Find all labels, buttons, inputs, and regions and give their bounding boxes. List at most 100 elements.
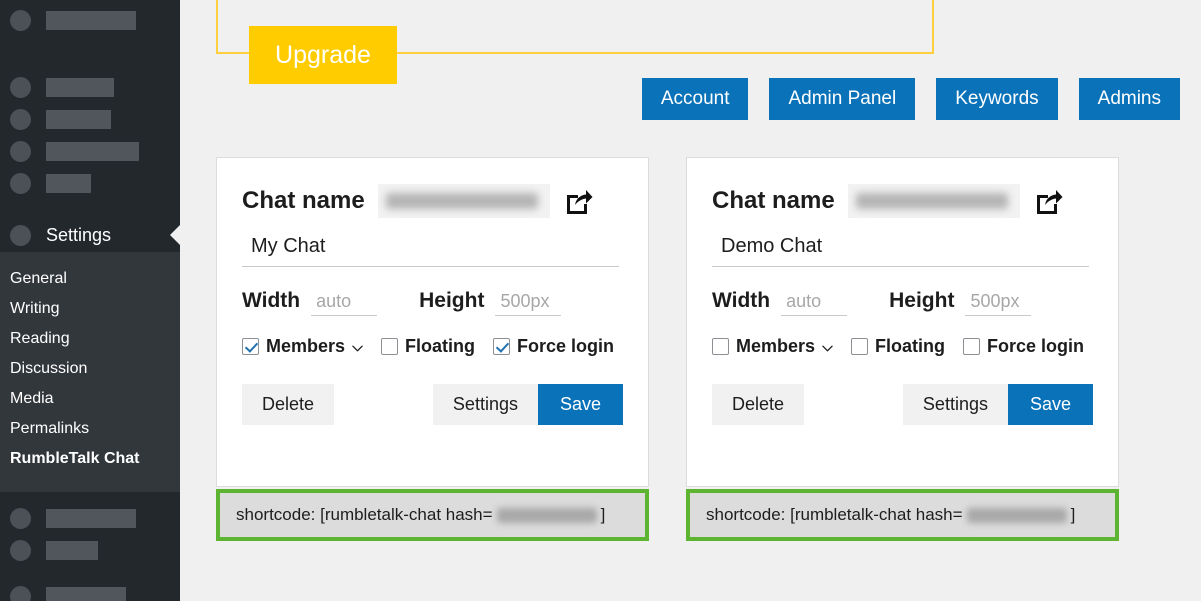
force-login-label: Force login xyxy=(517,336,614,357)
height-input[interactable] xyxy=(965,291,1031,316)
delete-button[interactable]: Delete xyxy=(712,384,804,425)
sidebar-item-discussion[interactable]: Discussion xyxy=(0,354,180,384)
width-input[interactable] xyxy=(311,291,377,316)
sidebar-item-icon xyxy=(10,109,31,130)
chat-name-input[interactable] xyxy=(242,231,619,267)
force-login-checkbox[interactable] xyxy=(963,338,980,355)
settings-button[interactable]: Settings xyxy=(903,384,1008,425)
members-label: Members xyxy=(266,336,345,357)
force-login-label: Force login xyxy=(987,336,1084,357)
sidebar-item-icon xyxy=(10,508,31,529)
width-input[interactable] xyxy=(781,291,847,316)
members-label: Members xyxy=(736,336,815,357)
height-input[interactable] xyxy=(495,291,561,316)
keywords-button[interactable]: Keywords xyxy=(936,78,1057,120)
chat-name-input[interactable] xyxy=(712,231,1089,267)
force-login-option: Force login xyxy=(493,336,614,357)
chevron-down-icon[interactable] xyxy=(822,341,833,352)
chat-hash-redacted xyxy=(378,184,550,218)
sidebar-item-settings[interactable]: Settings xyxy=(0,218,180,252)
width-label: Width xyxy=(242,289,300,313)
force-login-option: Force login xyxy=(963,336,1084,357)
floating-label: Floating xyxy=(875,336,945,357)
sidebar-item-redacted-5[interactable] xyxy=(0,167,180,199)
sidebar-item-redacted-6[interactable] xyxy=(0,502,180,534)
gear-icon xyxy=(10,225,31,246)
settings-button[interactable]: Settings xyxy=(433,384,538,425)
sidebar-item-label-redacted xyxy=(46,11,136,30)
sidebar-item-icon xyxy=(10,173,31,194)
save-button[interactable]: Save xyxy=(1008,384,1093,425)
sidebar-item-reading[interactable]: Reading xyxy=(0,324,180,354)
chat-name-label: Chat name xyxy=(242,187,365,215)
share-external-icon[interactable] xyxy=(1033,186,1063,216)
sidebar-item-settings-label: Settings xyxy=(46,225,111,246)
options-row: Members Floating Force login xyxy=(242,336,623,357)
height-label: Height xyxy=(419,289,484,313)
floating-checkbox[interactable] xyxy=(851,338,868,355)
sidebar-item-label-redacted xyxy=(46,587,126,601)
settings-submenu: General Writing Reading Discussion Media… xyxy=(0,252,180,492)
sidebar-item-redacted-4[interactable] xyxy=(0,135,180,167)
admin-sidebar: Settings General Writing Reading Discuss… xyxy=(0,0,180,601)
admin-panel-button[interactable]: Admin Panel xyxy=(769,78,915,120)
chat-hash-redacted xyxy=(848,184,1020,218)
sidebar-item-redacted-2[interactable] xyxy=(0,71,180,103)
sidebar-item-icon xyxy=(10,540,31,561)
shortcode-prefix: shortcode: [rumbletalk-chat hash= xyxy=(706,505,963,525)
shortcode-suffix: ] xyxy=(601,505,606,525)
shortcode-bar[interactable]: shortcode: [rumbletalk-chat hash= ] xyxy=(216,489,649,541)
force-login-checkbox[interactable] xyxy=(493,338,510,355)
floating-label: Floating xyxy=(405,336,475,357)
sidebar-item-label-redacted xyxy=(46,509,136,528)
chat-name-header: Chat name xyxy=(242,184,623,218)
sidebar-item-label-redacted xyxy=(46,110,111,129)
sidebar-item-writing[interactable]: Writing xyxy=(0,294,180,324)
shortcode-hash-redacted xyxy=(497,508,597,523)
sidebar-item-redacted-7[interactable] xyxy=(0,534,180,566)
card-actions: Delete Settings Save xyxy=(712,384,1093,425)
dimensions-row: Width Height xyxy=(242,289,623,316)
share-external-icon[interactable] xyxy=(563,186,593,216)
card-actions: Delete Settings Save xyxy=(242,384,623,425)
submenu-caret-icon xyxy=(170,225,180,245)
sidebar-item-icon xyxy=(10,141,31,162)
sidebar-item-label-redacted xyxy=(46,541,98,560)
sidebar-item-permalinks[interactable]: Permalinks xyxy=(0,414,180,444)
floating-option: Floating xyxy=(851,336,945,357)
height-label: Height xyxy=(889,289,954,313)
shortcode-hash-redacted xyxy=(967,508,1067,523)
members-checkbox[interactable] xyxy=(242,338,259,355)
chevron-down-icon[interactable] xyxy=(352,341,363,352)
sidebar-item-redacted-3[interactable] xyxy=(0,103,180,135)
width-label: Width xyxy=(712,289,770,313)
sidebar-item-general[interactable]: General xyxy=(0,264,180,294)
admins-button[interactable]: Admins xyxy=(1079,78,1180,120)
sidebar-item-icon xyxy=(10,586,31,601)
save-button[interactable]: Save xyxy=(538,384,623,425)
sidebar-item-label-redacted xyxy=(46,174,91,193)
sidebar-item-rumbletalk-chat[interactable]: RumbleTalk Chat xyxy=(0,444,180,474)
shortcode-bar[interactable]: shortcode: [rumbletalk-chat hash= ] xyxy=(686,489,1119,541)
sidebar-item-label-redacted xyxy=(46,142,139,161)
sidebar-item-label-redacted xyxy=(46,78,114,97)
top-button-bar: Account Admin Panel Keywords Admins xyxy=(642,78,1180,120)
chat-name-header: Chat name xyxy=(712,184,1093,218)
chat-card: Chat name Width Height xyxy=(686,157,1119,487)
sidebar-item-redacted-1[interactable] xyxy=(0,4,180,36)
sidebar-item-icon xyxy=(10,77,31,98)
members-option: Members xyxy=(242,336,363,357)
floating-checkbox[interactable] xyxy=(381,338,398,355)
page-root: Settings General Writing Reading Discuss… xyxy=(0,0,1201,601)
shortcode-prefix: shortcode: [rumbletalk-chat hash= xyxy=(236,505,493,525)
shortcode-suffix: ] xyxy=(1071,505,1076,525)
sidebar-item-redacted-8[interactable] xyxy=(0,580,180,601)
upgrade-badge[interactable]: Upgrade xyxy=(249,26,397,84)
chat-card: Chat name Width Height xyxy=(216,157,649,487)
sidebar-item-icon xyxy=(10,10,31,31)
floating-option: Floating xyxy=(381,336,475,357)
sidebar-item-media[interactable]: Media xyxy=(0,384,180,414)
delete-button[interactable]: Delete xyxy=(242,384,334,425)
account-button[interactable]: Account xyxy=(642,78,749,120)
members-checkbox[interactable] xyxy=(712,338,729,355)
